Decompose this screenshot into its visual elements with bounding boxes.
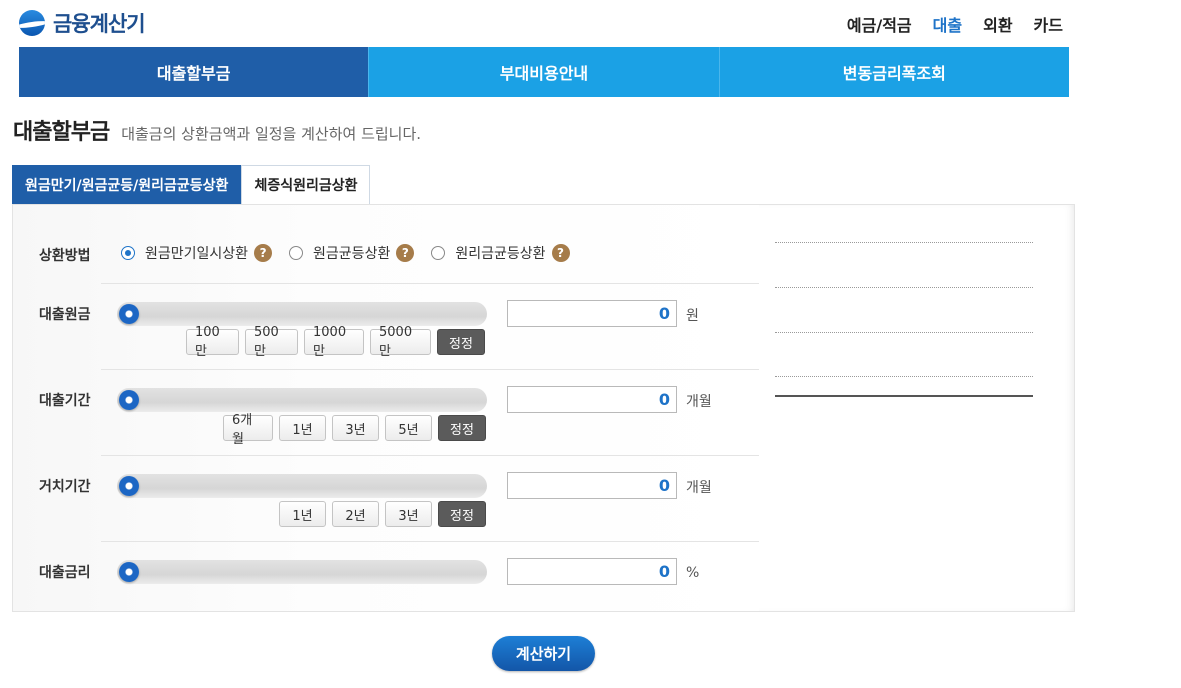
rate-slider[interactable] bbox=[117, 560, 487, 584]
tab-loan-installment[interactable]: 대출할부금 bbox=[19, 47, 369, 97]
logo[interactable]: 금융계산기 bbox=[19, 8, 146, 38]
subtab-graduated-repayment[interactable]: 체증식원리금상환 bbox=[241, 165, 371, 204]
rate-unit: % bbox=[686, 565, 700, 581]
nav-exchange[interactable]: 외환 bbox=[983, 12, 1012, 36]
grace-1-year[interactable]: 1년 bbox=[279, 501, 326, 527]
grace-unit: 개월 bbox=[686, 480, 712, 496]
grace-slider-handle[interactable] bbox=[119, 476, 139, 496]
divider bbox=[101, 541, 759, 542]
result-line bbox=[775, 242, 1033, 243]
principal-unit: 원 bbox=[686, 308, 699, 324]
result-total-line bbox=[775, 395, 1033, 397]
calculate-button[interactable]: 계산하기 bbox=[492, 636, 595, 671]
tab-additional-costs[interactable]: 부대비용안내 bbox=[368, 47, 719, 97]
result-line bbox=[775, 376, 1033, 377]
period-input[interactable]: 0 bbox=[507, 386, 677, 413]
nav-card[interactable]: 카드 bbox=[1034, 12, 1063, 36]
nav-loan[interactable]: 대출 bbox=[933, 12, 962, 36]
repayment-method-label: 상환방법 bbox=[39, 248, 91, 264]
repayment-method-options: 원금만기일시상환 ? 원금균등상환 ? 원리금균등상환 ? bbox=[121, 243, 587, 263]
divider bbox=[101, 455, 759, 456]
period-6-months[interactable]: 6개월 bbox=[223, 413, 273, 447]
option-equal-installment-label: 원리금균등상환 bbox=[455, 246, 546, 262]
nav-deposit[interactable]: 예금/적금 bbox=[847, 12, 912, 36]
logo-text: 금융계산기 bbox=[53, 12, 146, 36]
grace-input[interactable]: 0 bbox=[507, 472, 677, 499]
main-tabs: 대출할부금 부대비용안내 변동금리폭조회 bbox=[19, 47, 1069, 97]
radio-bullet[interactable] bbox=[121, 246, 135, 260]
help-icon[interactable]: ? bbox=[396, 244, 415, 262]
grace-label: 거치기간 bbox=[39, 479, 91, 495]
period-unit: 개월 bbox=[686, 394, 712, 410]
page-header: 대출할부금 대출금의 상환금액과 일정을 계산하여 드립니다. bbox=[13, 114, 421, 146]
result-line bbox=[775, 332, 1033, 333]
period-slider[interactable] bbox=[117, 388, 487, 412]
result-area bbox=[759, 205, 1074, 611]
divider bbox=[101, 283, 759, 284]
principal-add-100[interactable]: 100만 bbox=[186, 325, 239, 359]
principal-input[interactable]: 0 bbox=[507, 300, 677, 327]
principal-add-1000[interactable]: 1000만 bbox=[304, 325, 364, 359]
radio-equal-principal[interactable] bbox=[289, 246, 304, 260]
grace-reset-button[interactable]: 정정 bbox=[438, 501, 486, 527]
option-equal-principal[interactable]: 원금균등상환 ? bbox=[289, 243, 415, 263]
principal-label: 대출원금 bbox=[39, 307, 91, 323]
principal-slider[interactable] bbox=[117, 302, 487, 326]
principal-quick-buttons: 100만 500만 1000만 5000만 정정 bbox=[186, 325, 485, 359]
calculator-panel: 상환방법 원금만기일시상환 ? 원금균등상환 ? 원리금균등상환 ? 대출원금 bbox=[12, 204, 1075, 612]
help-icon[interactable]: ? bbox=[551, 244, 570, 262]
logo-icon bbox=[19, 10, 45, 36]
principal-add-500[interactable]: 500만 bbox=[245, 325, 298, 359]
rate-input[interactable]: 0 bbox=[507, 558, 677, 585]
grace-2-years[interactable]: 2년 bbox=[332, 501, 379, 527]
period-5-years[interactable]: 5년 bbox=[385, 415, 432, 441]
period-quick-buttons: 6개월 1년 3년 5년 정정 bbox=[223, 413, 486, 447]
principal-add-5000[interactable]: 5000만 bbox=[370, 325, 431, 359]
period-slider-handle[interactable] bbox=[119, 390, 139, 410]
rate-label: 대출금리 bbox=[39, 565, 91, 581]
period-1-year[interactable]: 1년 bbox=[279, 415, 326, 441]
option-equal-principal-label: 원금균등상환 bbox=[313, 246, 391, 262]
divider bbox=[101, 369, 759, 370]
option-equal-installment[interactable]: 원리금균등상환 ? bbox=[431, 243, 570, 263]
result-line bbox=[775, 287, 1033, 288]
page-title: 대출할부금 bbox=[13, 120, 110, 145]
help-icon[interactable]: ? bbox=[254, 244, 273, 262]
page-description: 대출금의 상환금액과 일정을 계산하여 드립니다. bbox=[121, 125, 422, 143]
period-3-years[interactable]: 3년 bbox=[332, 415, 379, 441]
option-bullet[interactable]: 원금만기일시상환 ? bbox=[121, 243, 273, 263]
grace-3-years[interactable]: 3년 bbox=[385, 501, 432, 527]
period-label: 대출기간 bbox=[39, 393, 91, 409]
rate-slider-handle[interactable] bbox=[119, 562, 139, 582]
radio-equal-installment[interactable] bbox=[431, 246, 446, 260]
principal-slider-handle[interactable] bbox=[119, 304, 139, 324]
input-area: 상환방법 원금만기일시상환 ? 원금균등상환 ? 원리금균등상환 ? 대출원금 bbox=[13, 205, 759, 611]
subtab-standard-repayment[interactable]: 원금만기/원금균등/원리금균등상환 bbox=[12, 165, 242, 204]
option-bullet-label: 원금만기일시상환 bbox=[145, 246, 249, 262]
grace-slider[interactable] bbox=[117, 474, 487, 498]
tab-variable-rate[interactable]: 변동금리폭조회 bbox=[718, 47, 1069, 97]
sub-tabs: 원금만기/원금균등/원리금균등상환 체증식원리금상환 bbox=[12, 165, 371, 204]
grace-quick-buttons: 1년 2년 3년 정정 bbox=[279, 501, 486, 527]
top-nav: 예금/적금 대출 외환 카드 bbox=[826, 12, 1063, 36]
period-reset-button[interactable]: 정정 bbox=[438, 415, 486, 441]
principal-reset-button[interactable]: 정정 bbox=[437, 329, 485, 355]
